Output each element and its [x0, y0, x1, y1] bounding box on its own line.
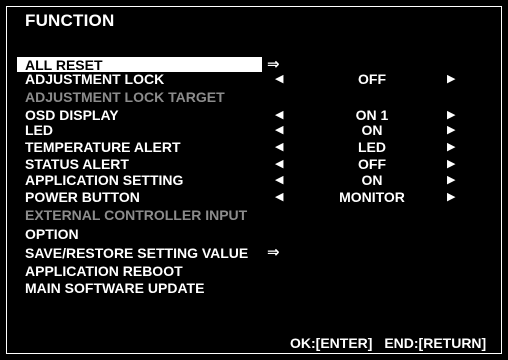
menu-item-temperature-alert[interactable]: TEMPERATURE ALERT ◀ LED ▶ — [17, 139, 497, 155]
menu-item-application-reboot[interactable]: APPLICATION REBOOT — [17, 263, 497, 279]
left-arrow-icon[interactable]: ◀ — [275, 139, 283, 155]
menu-item-label: ADJUSTMENT LOCK — [25, 71, 165, 87]
menu-item-save-restore-setting-value[interactable]: SAVE/RESTORE SETTING VALUE ⇒ — [17, 244, 497, 262]
menu-item-label: OPTION — [25, 226, 79, 242]
menu-item-value: ON — [361, 122, 383, 138]
menu-item-label: STATUS ALERT — [25, 156, 129, 172]
menu-item-label: POWER BUTTON — [25, 189, 140, 205]
right-arrow-icon[interactable]: ▶ — [447, 139, 455, 155]
menu-item-value: ON — [361, 172, 383, 188]
menu-item-label: MAIN SOFTWARE UPDATE — [25, 280, 205, 296]
menu-item-label: APPLICATION REBOOT — [25, 263, 183, 279]
menu-item-application-setting[interactable]: APPLICATION SETTING ◀ ON ▶ — [17, 172, 497, 188]
menu-item-label: ADJUSTMENT LOCK TARGET — [25, 89, 225, 105]
menu-title: FUNCTION — [25, 11, 115, 30]
left-arrow-icon[interactable]: ◀ — [275, 156, 283, 172]
left-arrow-icon[interactable]: ◀ — [275, 189, 283, 205]
left-arrow-icon[interactable]: ◀ — [275, 122, 283, 138]
menu-item-value: ON 1 — [355, 107, 389, 123]
right-arrow-icon[interactable]: ▶ — [447, 122, 455, 138]
menu-item-label: SAVE/RESTORE SETTING VALUE — [25, 245, 249, 261]
menu-item-label: LED — [25, 122, 53, 138]
enter-arrow-icon: ⇒ — [267, 244, 280, 261]
left-arrow-icon[interactable]: ◀ — [275, 172, 283, 188]
menu-item-adjustment-lock[interactable]: ADJUSTMENT LOCK ◀ OFF ▶ — [17, 71, 497, 87]
left-arrow-icon[interactable]: ◀ — [275, 71, 283, 87]
end-key-hint: END:[RETURN] — [384, 335, 487, 351]
menu-item-value: MONITOR — [339, 189, 405, 205]
menu-item-led[interactable]: LED ◀ ON ▶ — [17, 122, 497, 138]
menu-item-osd-display[interactable]: OSD DISPLAY ◀ ON 1 ▶ — [17, 107, 497, 123]
left-arrow-icon[interactable]: ◀ — [275, 107, 283, 123]
menu-item-label: TEMPERATURE ALERT — [25, 139, 181, 155]
right-arrow-icon[interactable]: ▶ — [447, 107, 455, 123]
right-arrow-icon[interactable]: ▶ — [447, 172, 455, 188]
menu-item-label: APPLICATION SETTING — [25, 172, 184, 188]
key-guide: OK:[ENTER] END:[RETURN] — [290, 335, 486, 351]
right-arrow-icon[interactable]: ▶ — [447, 189, 455, 205]
menu-item-value: OFF — [358, 71, 386, 87]
ok-key-hint: OK:[ENTER] — [290, 335, 373, 351]
menu-item-option[interactable]: OPTION — [17, 226, 497, 242]
menu-item-power-button[interactable]: POWER BUTTON ◀ MONITOR ▶ — [17, 189, 497, 205]
menu-item-adjustment-lock-target: ADJUSTMENT LOCK TARGET — [17, 89, 497, 105]
right-arrow-icon[interactable]: ▶ — [447, 156, 455, 172]
menu-item-label: EXTERNAL CONTROLLER INPUT — [25, 207, 248, 223]
right-arrow-icon[interactable]: ▶ — [447, 71, 455, 87]
menu-item-status-alert[interactable]: STATUS ALERT ◀ OFF ▶ — [17, 156, 497, 172]
menu-item-external-controller-input: EXTERNAL CONTROLLER INPUT — [17, 207, 497, 223]
menu-item-main-software-update[interactable]: MAIN SOFTWARE UPDATE — [17, 280, 497, 296]
menu-item-value: LED — [358, 139, 386, 155]
menu-item-label: OSD DISPLAY — [25, 107, 119, 123]
menu-item-value: OFF — [358, 156, 386, 172]
